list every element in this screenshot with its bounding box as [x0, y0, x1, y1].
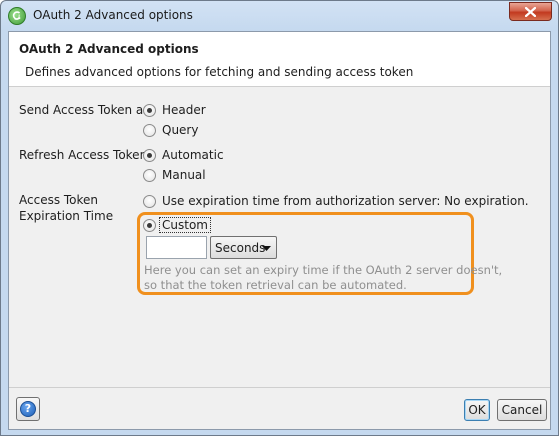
expiry-value-input[interactable] — [146, 236, 207, 259]
ok-button[interactable]: OK — [464, 399, 490, 421]
help-icon: ? — [20, 401, 36, 417]
radio-button[interactable] — [143, 103, 156, 117]
radio-button[interactable] — [143, 123, 156, 137]
expiration-label-line2: Expiration Time — [19, 209, 114, 223]
dialog-body: OAuth 2 Advanced options Defines advance… — [8, 31, 551, 430]
radio-button[interactable] — [143, 194, 156, 208]
close-icon — [525, 7, 536, 17]
dialog-window: OAuth 2 Advanced options OAuth 2 Advance… — [0, 0, 559, 436]
radio-query-label: Query — [162, 123, 199, 137]
radio-button[interactable] — [143, 168, 156, 182]
radio-server-expiration[interactable]: Use expiration time from authorization s… — [143, 192, 529, 210]
close-button[interactable] — [509, 2, 552, 21]
radio-header[interactable]: Header — [143, 101, 206, 119]
app-logo-icon — [8, 7, 26, 25]
radio-manual-label: Manual — [162, 168, 206, 182]
expiry-hint-line1: Here you can set an expiry time if the O… — [144, 263, 503, 277]
header-title: OAuth 2 Advanced options — [19, 42, 199, 56]
radio-button[interactable] — [143, 148, 156, 162]
help-button[interactable]: ? — [16, 397, 40, 421]
window-title: OAuth 2 Advanced options — [33, 8, 193, 22]
dialog-header: OAuth 2 Advanced options Defines advance… — [9, 32, 550, 87]
radio-custom-label: Custom — [159, 217, 211, 233]
radio-query[interactable]: Query — [143, 121, 198, 139]
expiry-unit-value: Seconds — [215, 241, 266, 255]
radio-server-expiration-label: Use expiration time from authorization s… — [162, 194, 529, 208]
chevron-down-icon — [262, 246, 271, 251]
radio-header-label: Header — [162, 103, 206, 117]
cancel-button[interactable]: Cancel — [497, 399, 547, 421]
radio-button[interactable] — [143, 218, 156, 232]
radio-manual[interactable]: Manual — [143, 166, 206, 184]
radio-custom[interactable]: Custom — [143, 216, 211, 234]
refresh-access-token-label: Refresh Access Token: — [19, 148, 152, 162]
expiration-label-line1: Access Token — [19, 193, 99, 207]
send-access-token-label: Send Access Token as: — [19, 103, 154, 117]
expiry-unit-select[interactable]: Seconds — [210, 236, 277, 259]
title-bar[interactable]: OAuth 2 Advanced options — [1, 1, 558, 31]
header-description: Defines advanced options for fetching an… — [25, 65, 414, 79]
radio-automatic-label: Automatic — [162, 148, 224, 162]
radio-automatic[interactable]: Automatic — [143, 146, 224, 164]
expiry-hint-line2: so that the token retrieval can be autom… — [144, 278, 407, 292]
dialog-footer: ? OK Cancel — [9, 387, 550, 429]
